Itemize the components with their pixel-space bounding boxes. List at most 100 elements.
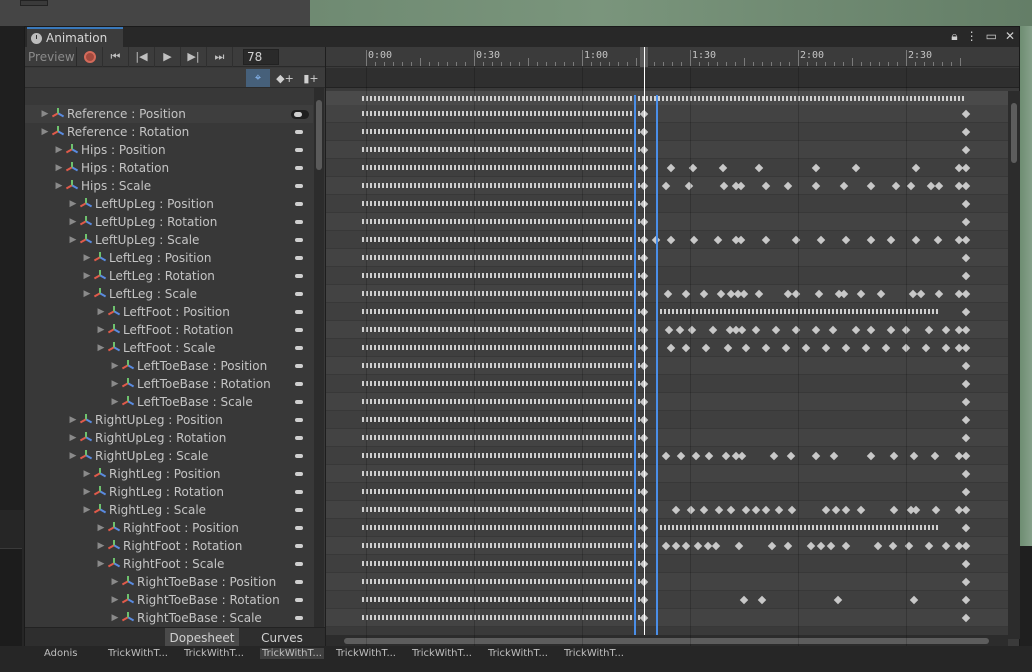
keyframe-diamond[interactable] xyxy=(961,541,971,551)
keyframe-diamond[interactable] xyxy=(723,343,733,353)
clip-item[interactable]: TrickWithT... xyxy=(108,648,168,659)
keyframe-diamond[interactable] xyxy=(787,505,797,515)
keyframe-diamond[interactable] xyxy=(664,325,674,335)
dense-keyframes[interactable] xyxy=(362,237,644,242)
keyframe-diamond[interactable] xyxy=(666,163,676,173)
dense-keyframes[interactable] xyxy=(362,561,644,566)
keyframe-diamond[interactable] xyxy=(693,541,703,551)
keyframe-diamond[interactable] xyxy=(691,451,701,461)
close-icon[interactable]: ✕ xyxy=(1005,29,1015,44)
keyframe-diamond[interactable] xyxy=(961,361,971,371)
keyframe-diamond[interactable] xyxy=(761,343,771,353)
keyframe-diamond[interactable] xyxy=(961,307,971,317)
keyframe-diamond[interactable] xyxy=(671,541,681,551)
property-row[interactable]: ▶ Hips : Position xyxy=(25,141,313,159)
preview-button[interactable]: Preview xyxy=(25,46,77,67)
keyframe-diamond[interactable] xyxy=(736,235,746,245)
keyframe-diamond[interactable] xyxy=(961,505,971,515)
property-row[interactable]: ▶ RightToeBase : Position xyxy=(25,573,313,591)
property-row[interactable]: ▶ RightFoot : Position xyxy=(25,519,313,537)
dense-keyframes[interactable] xyxy=(362,219,644,224)
keyframe-diamond[interactable] xyxy=(761,235,771,245)
keyframe-diamond[interactable] xyxy=(961,397,971,407)
expand-arrow-icon[interactable]: ▶ xyxy=(95,307,107,317)
dense-keyframes[interactable] xyxy=(362,399,644,404)
property-row[interactable]: ▶ RightUpLeg : Rotation xyxy=(25,429,313,447)
keyframe-diamond[interactable] xyxy=(739,595,749,605)
keyframe-diamond[interactable] xyxy=(831,505,841,515)
expand-arrow-icon[interactable]: ▶ xyxy=(81,487,93,497)
first-keyframe-button[interactable]: ⏮ xyxy=(103,46,129,67)
keyframe-diamond[interactable] xyxy=(933,235,943,245)
scrollbar-thumb[interactable] xyxy=(344,638,989,644)
dense-keyframes[interactable] xyxy=(362,417,644,422)
property-row[interactable]: ▶ LeftLeg : Position xyxy=(25,249,313,267)
property-row[interactable]: ▶ RightToeBase : Scale xyxy=(25,609,313,626)
tab-animation[interactable]: Animation xyxy=(27,27,123,47)
keyframe-diamond[interactable] xyxy=(811,451,821,461)
keyframe-diamond[interactable] xyxy=(769,451,779,461)
property-options-icon[interactable] xyxy=(295,418,303,422)
expand-arrow-icon[interactable]: ▶ xyxy=(81,289,93,299)
clip-item[interactable]: Adonis xyxy=(44,648,77,659)
property-row[interactable]: ▶ RightLeg : Scale xyxy=(25,501,313,519)
keyframe-diamond[interactable] xyxy=(961,217,971,227)
keyframe-diamond[interactable] xyxy=(961,145,971,155)
keyframe-diamond[interactable] xyxy=(741,505,751,515)
clip-item[interactable]: TrickWithT... xyxy=(488,648,548,659)
keyframe-diamond[interactable] xyxy=(719,181,729,191)
property-options-icon[interactable] xyxy=(295,220,303,224)
tab-dopesheet[interactable]: Dopesheet xyxy=(165,628,239,648)
dense-keyframes[interactable] xyxy=(362,129,644,134)
keyframe-diamond[interactable] xyxy=(941,541,951,551)
keyframe-diamond[interactable] xyxy=(661,451,671,461)
property-row[interactable]: ▶ LeftToeBase : Rotation xyxy=(25,375,313,393)
dense-keyframes[interactable] xyxy=(362,381,644,386)
keyframe-diamond[interactable] xyxy=(866,451,876,461)
keyframe-diamond[interactable] xyxy=(721,451,731,461)
keyframe-diamond[interactable] xyxy=(661,181,671,191)
property-options-icon[interactable] xyxy=(295,436,303,440)
property-options-icon[interactable] xyxy=(295,562,303,566)
property-row[interactable]: ▶ LeftLeg : Scale xyxy=(25,285,313,303)
keyframe-diamond[interactable] xyxy=(961,289,971,299)
dense-keyframes[interactable] xyxy=(362,597,644,602)
keyframe-diamond[interactable] xyxy=(930,451,940,461)
timeline-ruler[interactable]: 0:00 0:30 1:00 1:30 2:00 2:30 xyxy=(326,47,1019,67)
dense-keyframes[interactable] xyxy=(362,345,644,350)
expand-arrow-icon[interactable]: ▶ xyxy=(39,109,51,119)
keyframe-diamond[interactable] xyxy=(826,541,836,551)
property-options-icon[interactable] xyxy=(295,490,303,494)
keyframe-diamond[interactable] xyxy=(866,325,876,335)
keyframe-diamond[interactable] xyxy=(931,505,941,515)
keyframe-diamond[interactable] xyxy=(851,163,861,173)
keyframe-diamond[interactable] xyxy=(786,451,796,461)
property-row[interactable]: ▶ LeftUpLeg : Position xyxy=(25,195,313,213)
clip-item[interactable]: TrickWithT... xyxy=(336,648,396,659)
dense-keyframes[interactable] xyxy=(362,471,644,476)
property-row[interactable]: ▶ LeftUpLeg : Scale xyxy=(25,231,313,249)
keyframe-diamond[interactable] xyxy=(856,505,866,515)
keyframe-diamond[interactable] xyxy=(737,325,747,335)
dopesheet[interactable]: 0:00 0:30 1:00 1:30 2:00 2:30 xyxy=(325,47,1020,647)
keyframe-diamond[interactable] xyxy=(781,343,791,353)
expand-arrow-icon[interactable]: ▶ xyxy=(67,199,79,209)
keyframe-diamond[interactable] xyxy=(924,541,934,551)
keyframe-diamond[interactable] xyxy=(961,325,971,335)
keyframe-diamond[interactable] xyxy=(916,289,926,299)
keyframe-diamond[interactable] xyxy=(873,541,883,551)
property-row[interactable]: ▶ LeftUpLeg : Rotation xyxy=(25,213,313,231)
property-row[interactable]: ▶ LeftFoot : Position xyxy=(25,303,313,321)
dense-keyframes[interactable] xyxy=(362,525,644,530)
keyframe-diamond[interactable] xyxy=(961,469,971,479)
dense-keyframes[interactable] xyxy=(362,165,644,170)
keyframe-diamond[interactable] xyxy=(774,505,784,515)
keyframe-diamond[interactable] xyxy=(714,505,724,515)
keyframe-diamond[interactable] xyxy=(961,523,971,533)
clip-item[interactable]: TrickWithT... xyxy=(260,648,324,659)
property-options-icon[interactable] xyxy=(295,328,303,332)
property-options-icon[interactable] xyxy=(295,472,303,476)
keyframe-diamond[interactable] xyxy=(726,505,736,515)
expand-arrow-icon[interactable]: ▶ xyxy=(53,145,65,155)
expand-arrow-icon[interactable]: ▶ xyxy=(95,559,107,569)
